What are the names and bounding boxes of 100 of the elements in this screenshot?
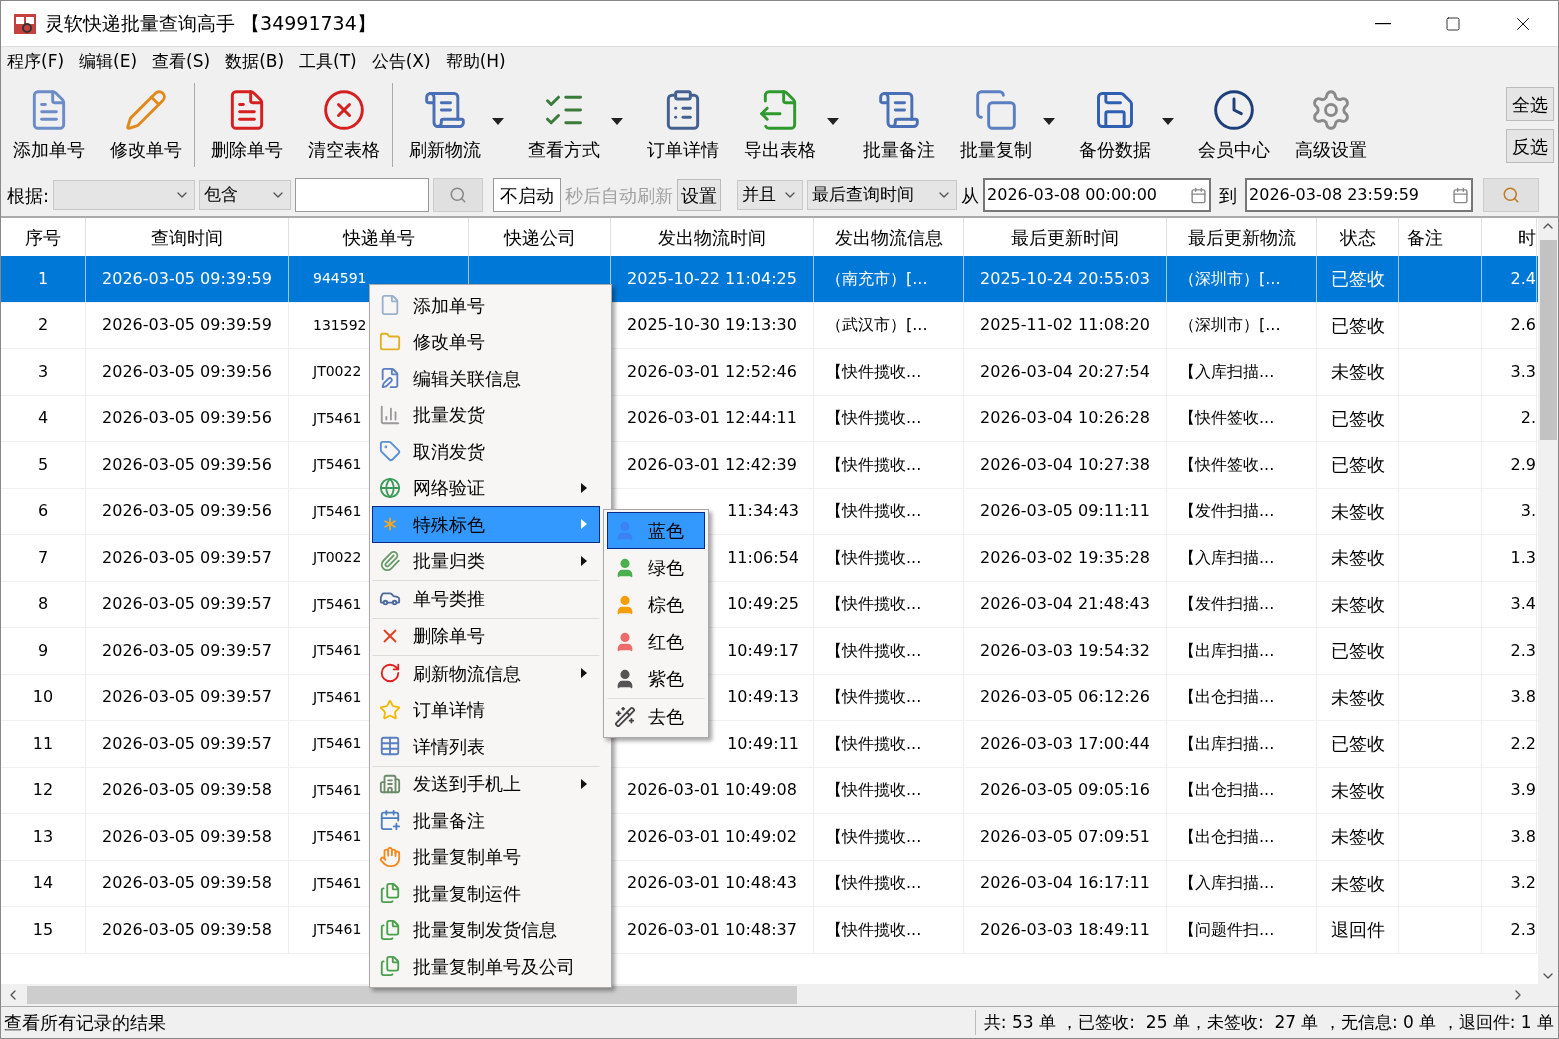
context-menu-item[interactable]: 发送到手机上 <box>372 765 600 802</box>
context-menu-item[interactable]: 刷新物流信息 <box>372 655 600 692</box>
calendar-icon[interactable] <box>1190 186 1208 204</box>
toolbar-button[interactable]: 查看方式 <box>516 83 635 167</box>
dropdown-arrow-icon <box>1162 117 1174 125</box>
table-cell-text: JT5461 <box>313 641 362 661</box>
context-menu-item[interactable]: 删除单号 <box>372 617 600 654</box>
table-cell-text: 【发件扫描... <box>1179 500 1275 523</box>
table-cell-text: 已签收 <box>1330 453 1385 478</box>
toolbar-button[interactable]: 订单详情 <box>635 83 732 167</box>
toolbar-button[interactable]: 高级设置 <box>1283 83 1380 167</box>
table-cell-text: 1 <box>37 267 49 290</box>
status-text: 查看所有记录的结果 <box>3 1011 167 1035</box>
table-cell-text: 未签收 <box>1330 592 1385 617</box>
submenu-item[interactable]: 蓝色 <box>607 512 705 549</box>
table-cell-text: JT0022 <box>313 548 362 568</box>
submenu-item[interactable]: 棕色 <box>607 586 705 623</box>
table-cell-text: 2026-03-05 09:39:58 <box>102 872 272 895</box>
submenu-arrow-icon <box>581 519 587 530</box>
table-cell-text: 2026-03-02 19:35:28 <box>980 546 1150 569</box>
dropdown-arrow-icon <box>827 117 839 125</box>
table-cell-text: 2026-03-01 10:48:43 <box>627 872 797 895</box>
toolbar-button[interactable]: 批量备注 <box>851 83 948 167</box>
search-icon <box>1502 186 1521 204</box>
toolbar-button[interactable]: 备份数据 <box>1067 83 1186 167</box>
calendar-icon[interactable] <box>1452 186 1470 204</box>
table-cell-text: 2025-11-02 11:08:20 <box>980 314 1150 337</box>
table-cell-text: 2025-10-22 11:04:25 <box>627 267 797 290</box>
settings-button[interactable]: 设置 <box>677 179 722 211</box>
select-button[interactable]: 全选 <box>1506 87 1554 121</box>
match-dropdown[interactable]: 包含 <box>199 180 292 210</box>
time-field-dropdown[interactable]: 最后查询时间 <box>807 180 958 210</box>
menu-item[interactable]: 数据(B) <box>225 48 285 75</box>
toolbar-button[interactable]: 导出表格 <box>732 83 851 167</box>
table-cell-text: 10 <box>32 686 54 709</box>
from-date-field[interactable]: 2026-03-08 00:00:00 <box>983 178 1212 212</box>
search-field[interactable] <box>295 178 430 212</box>
context-menu-item[interactable]: 批量发货 <box>372 396 600 433</box>
auto-refresh-field[interactable]: 不启动 <box>493 178 562 212</box>
scrollbar-thumb[interactable] <box>1539 240 1557 440</box>
auto-refresh-hint: 秒后自动刷新 <box>565 183 674 208</box>
table-cell-text: 5 <box>37 453 49 476</box>
field-dropdown[interactable] <box>53 180 196 210</box>
menu-item[interactable]: 编辑(E) <box>79 48 138 75</box>
table-cell-text: 2026-03-05 09:39:59 <box>102 314 272 337</box>
table-cell-text: 13 <box>32 825 54 848</box>
table-icon <box>379 735 401 758</box>
table-cell-text: 2026-03-05 09:39:56 <box>102 407 272 430</box>
menu-item[interactable]: 查看(S) <box>152 48 211 75</box>
table-cell-text: JT5461 <box>313 687 362 707</box>
table-cell-text: 2026-03-04 20:27:54 <box>980 360 1150 383</box>
context-menu-item[interactable]: 单号类推 <box>372 580 600 617</box>
toolbar-button[interactable]: 删除单号 <box>199 83 296 167</box>
table-cell-text: 【出仓扫描... <box>1179 825 1275 848</box>
table-cell-text: 1.3 <box>1510 546 1536 569</box>
menu-item[interactable]: 程序(F) <box>7 48 65 75</box>
table-cell-text: 2026-03-05 09:39:57 <box>102 686 272 709</box>
table-cell-text: 2026-03-05 09:39:58 <box>102 779 272 802</box>
menu-item[interactable]: 工具(T) <box>299 48 357 75</box>
context-menu-item[interactable]: 特殊标色 <box>372 506 600 543</box>
logic-dropdown[interactable]: 并且 <box>737 180 804 210</box>
context-menu-item[interactable]: 批量复制发货信息 <box>372 911 600 948</box>
submenu-arrow-icon <box>581 555 587 566</box>
table-cell-text: 2026-03-03 17:00:44 <box>980 732 1150 755</box>
scrollbar-thumb[interactable] <box>27 986 797 1004</box>
table-cell-text: 7 <box>37 546 49 569</box>
to-date-field[interactable]: 2026-03-08 23:59:59 <box>1245 178 1474 212</box>
table-cell-text: 2026-03-04 10:26:28 <box>980 407 1150 430</box>
table-cell-text: 2. <box>1520 407 1536 430</box>
table-cell-text: 3.2 <box>1510 872 1536 895</box>
select-button[interactable]: 反选 <box>1506 129 1554 163</box>
menu-item[interactable]: 公告(X) <box>371 48 431 75</box>
context-menu-item[interactable]: 详情列表 <box>372 728 600 765</box>
toolbar-button[interactable]: 会员中心 <box>1186 83 1283 167</box>
search-button[interactable] <box>1483 178 1540 212</box>
table-cell-text: 2026-03-04 10:27:38 <box>980 453 1150 476</box>
table-cell-text: JT5461 <box>313 873 362 893</box>
dropdown-arrow-icon <box>1043 117 1055 125</box>
toolbar-button[interactable]: 清空表格 <box>296 83 393 167</box>
table-cell-text: 2026-03-04 21:48:43 <box>980 593 1150 616</box>
table-cell-text: 已签收 <box>1330 732 1385 757</box>
table-cell-text: 3.8 <box>1510 686 1536 709</box>
table-cell-text: JT5461 <box>313 780 362 800</box>
context-menu-item[interactable]: 批量归类 <box>372 542 600 579</box>
submenu-item[interactable]: 去色 <box>607 698 705 735</box>
menu-item[interactable]: 帮助(H) <box>445 48 506 75</box>
context-menu-item[interactable]: 编辑关联信息 <box>372 360 600 397</box>
table-cell-text: 2026-03-05 09:39:57 <box>102 546 272 569</box>
building-icon <box>379 772 401 795</box>
toolbar-button[interactable]: 刷新物流 <box>397 83 516 167</box>
toolbar-button[interactable]: 添加单号 <box>1 83 98 167</box>
table-cell-text: 2026-03-05 09:39:56 <box>102 500 272 523</box>
vertical-scrollbar[interactable] <box>1538 218 1558 984</box>
table-cell-text: 2026-03-01 12:52:46 <box>627 360 797 383</box>
toolbar-button[interactable]: 批量复制 <box>948 83 1067 167</box>
table-cell-text: 【问题件扫... <box>1179 918 1275 941</box>
toolbar-button[interactable]: 修改单号 <box>98 83 195 167</box>
search-button[interactable] <box>433 178 484 212</box>
table-cell-text: 2026-03-01 12:44:11 <box>627 407 797 430</box>
table-cell-text: 3.8 <box>1510 825 1536 848</box>
